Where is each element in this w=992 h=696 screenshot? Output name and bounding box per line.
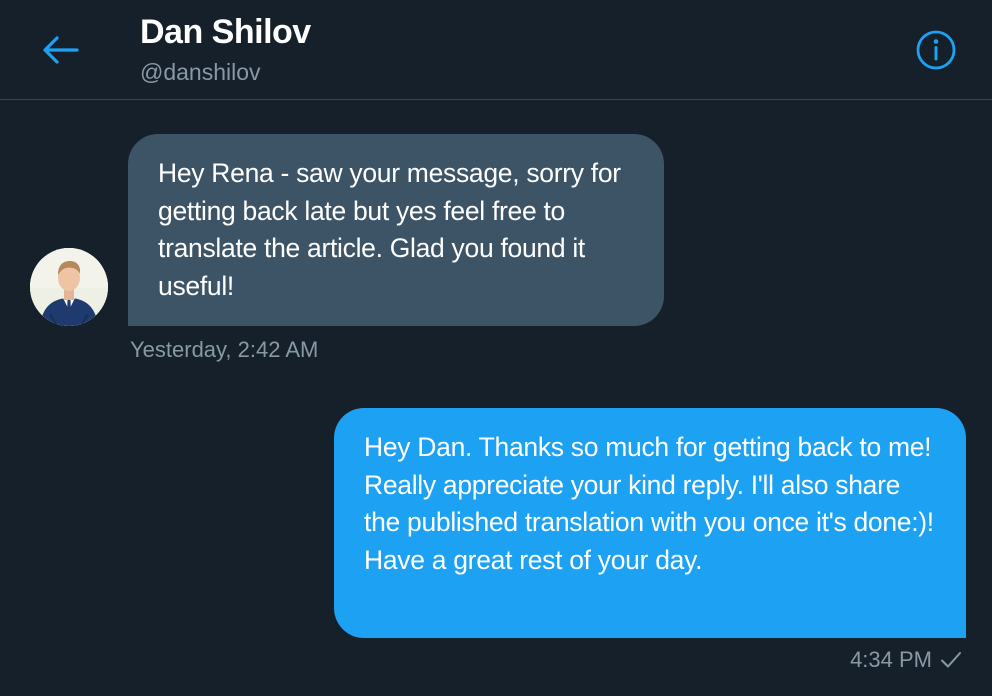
info-icon: [916, 30, 956, 70]
arrow-left-icon: [43, 36, 79, 64]
sent-message-bubble[interactable]: Hey Dan. Thanks so much for getting back…: [334, 408, 966, 638]
dm-conversation: Dan Shilov @danshilov Hey Rena - saw you…: [0, 0, 992, 696]
contact-handle: @danshilov: [140, 59, 261, 85]
received-message-timestamp: Yesterday, 2:42 AM: [130, 337, 319, 362]
sent-message-text: Hey Dan. Thanks so much for getting back…: [364, 432, 934, 575]
conversation-header: Dan Shilov @danshilov: [0, 0, 992, 100]
contact-title-block[interactable]: Dan Shilov @danshilov: [140, 10, 311, 88]
sent-message-timestamp: 4:34 PM: [850, 647, 932, 672]
back-button[interactable]: [38, 28, 82, 72]
received-message-text: Hey Rena - saw your message, sorry for g…: [158, 158, 621, 301]
received-message-bubble[interactable]: Hey Rena - saw your message, sorry for g…: [128, 134, 664, 326]
info-button[interactable]: [914, 28, 958, 72]
avatar[interactable]: [30, 248, 108, 326]
avatar-photo: [30, 248, 108, 326]
sent-message-meta: 4:34 PM: [850, 646, 962, 674]
contact-name: Dan Shilov: [140, 13, 311, 51]
checkmark-icon: [940, 650, 962, 670]
